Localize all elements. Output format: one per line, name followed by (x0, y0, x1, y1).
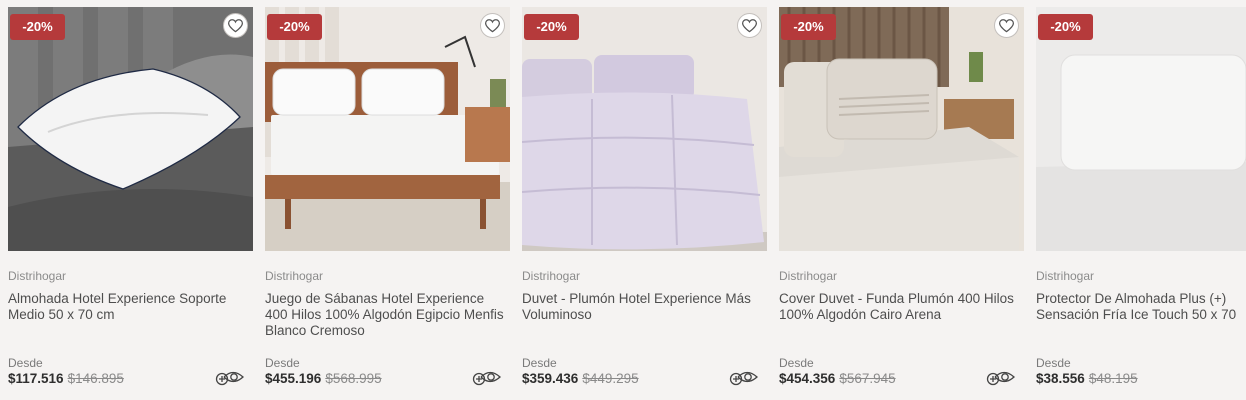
price-from-label: Desde (522, 356, 557, 370)
discount-badge: -20% (10, 14, 65, 40)
original-price: $567.945 (839, 371, 896, 386)
heart-icon[interactable] (223, 13, 248, 38)
pillow-protector-photo (1036, 7, 1246, 251)
product-card[interactable]: -20% Distrihogar Cover Duvet - Funda Plu… (779, 7, 1024, 397)
price-block: $455.196 $568.995 (265, 371, 382, 386)
quick-view-icon[interactable] (984, 367, 1016, 387)
price-from-label: Desde (779, 356, 814, 370)
duvet-photo (522, 7, 767, 251)
price-block: $454.356 $567.945 (779, 371, 896, 386)
pillow-photo (8, 7, 253, 251)
product-image[interactable] (8, 7, 253, 251)
discount-badge: -20% (267, 14, 322, 40)
sheet-set-photo (265, 7, 510, 251)
price-block: $359.436 $449.295 (522, 371, 639, 386)
product-name[interactable]: Protector De Almohada Plus (+) Sensación… (1036, 291, 1246, 323)
heart-icon[interactable] (480, 13, 505, 38)
price-from-label: Desde (265, 356, 300, 370)
current-price: $454.356 (779, 371, 836, 386)
original-price: $449.295 (582, 371, 639, 386)
product-card[interactable]: -20% Distrihogar Almohada Hotel Experien… (8, 7, 253, 397)
heart-icon[interactable] (737, 13, 762, 38)
duvet-cover-photo (779, 7, 1024, 251)
product-image[interactable] (1036, 7, 1246, 251)
discount-badge: -20% (524, 14, 579, 40)
product-brand: Distrihogar (779, 269, 838, 283)
product-card[interactable]: -20% Distrihogar Protector De Almohada P… (1036, 7, 1246, 397)
product-name[interactable]: Almohada Hotel Experience Soporte Medio … (8, 291, 250, 323)
original-price: $146.895 (67, 371, 124, 386)
price-block: $117.516 $146.895 (8, 371, 124, 386)
heart-icon[interactable] (994, 13, 1019, 38)
discount-badge: -20% (1038, 14, 1093, 40)
quick-view-icon[interactable] (470, 367, 502, 387)
product-image[interactable] (779, 7, 1024, 251)
current-price: $359.436 (522, 371, 579, 386)
current-price: $38.556 (1036, 371, 1085, 386)
discount-badge: -20% (781, 14, 836, 40)
original-price: $48.195 (1088, 371, 1138, 386)
product-name[interactable]: Juego de Sábanas Hotel Experience 400 Hi… (265, 291, 507, 339)
product-brand: Distrihogar (8, 269, 67, 283)
original-price: $568.995 (325, 371, 382, 386)
current-price: $117.516 (8, 371, 64, 386)
product-image[interactable] (522, 7, 767, 251)
price-from-label: Desde (8, 356, 43, 370)
product-carousel: -20% Distrihogar Almohada Hotel Experien… (0, 0, 1246, 400)
product-name[interactable]: Cover Duvet - Funda Plumón 400 Hilos 100… (779, 291, 1021, 323)
quick-view-icon[interactable] (727, 367, 759, 387)
product-card[interactable]: -20% Distrihogar Juego de Sábanas Hotel … (265, 7, 510, 397)
current-price: $455.196 (265, 371, 322, 386)
price-from-label: Desde (1036, 356, 1071, 370)
product-brand: Distrihogar (265, 269, 324, 283)
price-block: $38.556 $48.195 (1036, 371, 1138, 386)
product-name[interactable]: Duvet - Plumón Hotel Experience Más Volu… (522, 291, 764, 323)
product-brand: Distrihogar (1036, 269, 1095, 283)
product-card[interactable]: -20% Distrihogar Duvet - Plumón Hotel Ex… (522, 7, 767, 397)
quick-view-icon[interactable] (213, 367, 245, 387)
product-image[interactable] (265, 7, 510, 251)
product-brand: Distrihogar (522, 269, 581, 283)
